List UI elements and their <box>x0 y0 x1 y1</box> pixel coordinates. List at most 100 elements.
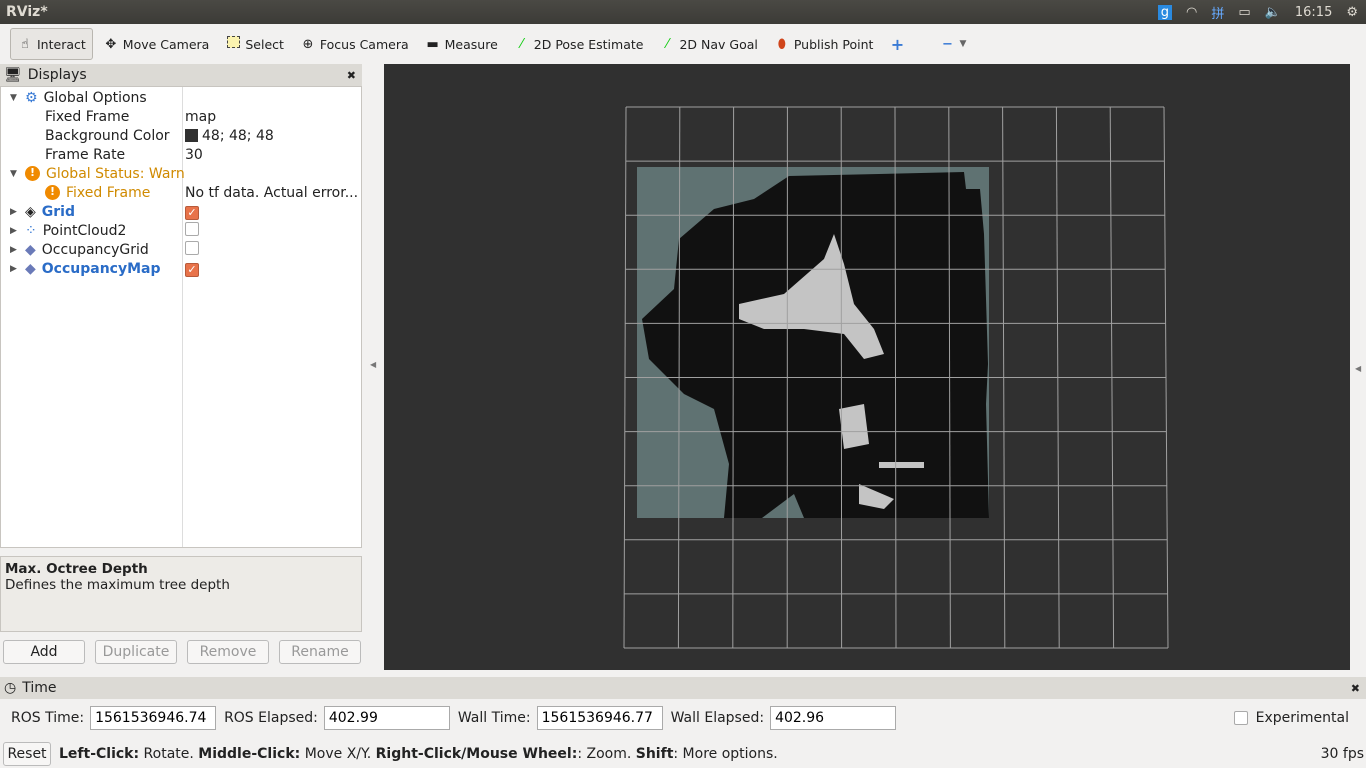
property-description: Max. Octree Depth Defines the maximum tr… <box>0 556 362 632</box>
enable-checkbox[interactable] <box>185 240 199 255</box>
tool-interact[interactable]: ☝ Interact <box>10 28 93 60</box>
remove-tool-button[interactable]: − ▼ <box>933 28 972 60</box>
enable-checkbox[interactable]: ✓ <box>185 262 199 277</box>
label: OccupancyMap <box>41 260 161 277</box>
tool-2d-nav-goal[interactable]: ⁄ 2D Nav Goal <box>653 28 763 60</box>
tool-select[interactable]: Select <box>219 28 290 60</box>
add-button[interactable]: Add <box>3 640 85 664</box>
tool-label: Interact <box>37 36 86 52</box>
reset-button[interactable]: Reset <box>3 741 51 766</box>
map-free-area <box>879 462 924 468</box>
wifi-icon[interactable]: ◠ <box>1186 5 1197 20</box>
description-title: Max. Octree Depth <box>5 561 148 577</box>
ros-elapsed-field[interactable] <box>323 706 450 730</box>
tree-background-color[interactable]: Background Color 48; 48; 48 <box>1 126 361 145</box>
rename-button[interactable]: Rename <box>279 640 361 664</box>
3d-viewport[interactable] <box>384 64 1350 670</box>
expand-icon[interactable]: ▶ <box>10 245 17 255</box>
label: ROS Time: <box>11 710 85 726</box>
fps-readout: 30 fps <box>1320 745 1364 762</box>
grid-icon: ◈ <box>25 203 36 220</box>
tree-occupancygrid[interactable]: ▶ ◆ OccupancyGrid <box>1 240 361 259</box>
duplicate-button[interactable]: Duplicate <box>95 640 177 664</box>
tool-focus-camera[interactable]: ⊕ Focus Camera <box>294 28 415 60</box>
splitter-handle[interactable]: ◀ <box>370 360 376 369</box>
add-tool-button[interactable]: + <box>883 28 911 60</box>
volume-icon[interactable]: 🔈 <box>1265 5 1281 20</box>
tree-pointcloud2[interactable]: ▶ ⁘ PointCloud2 <box>1 221 361 240</box>
toolbar: ☝ Interact ✥ Move Camera Select ⊕ Focus Cam… <box>0 24 1366 64</box>
enable-checkbox[interactable]: ✓ <box>185 205 199 220</box>
right-dock-handle[interactable]: ◀ <box>1352 64 1366 670</box>
label: Grid <box>41 203 75 220</box>
expand-icon[interactable]: ▼ <box>10 93 17 103</box>
minus-icon: − <box>941 36 953 52</box>
window-title: RViz* <box>6 4 48 20</box>
keyboard-icon[interactable]: 拼 <box>1211 3 1224 22</box>
expand-icon[interactable]: ▶ <box>10 207 17 217</box>
tree-global-status[interactable]: ▼! Global Status: Warn <box>1 164 361 183</box>
label: Global Status: Warn <box>46 165 185 182</box>
input-method-icon[interactable]: g <box>1157 4 1173 20</box>
wall-time-field[interactable] <box>536 706 663 730</box>
clock[interactable]: 16:15 <box>1295 5 1332 20</box>
label: Background Color <box>45 127 170 144</box>
tree-occupancymap[interactable]: ▶ ◆ OccupancyMap ✓ <box>1 259 361 278</box>
render-scene[interactable] <box>384 64 1350 670</box>
tool-publish-point[interactable]: ⬮ Publish Point <box>768 28 880 60</box>
tool-label: Select <box>245 36 284 52</box>
occupancy-map <box>637 167 989 518</box>
tool-label: Focus Camera <box>319 36 409 52</box>
move-camera-icon: ✥ <box>105 36 117 52</box>
panel-title: Time <box>22 680 57 696</box>
color-swatch[interactable] <box>185 129 198 142</box>
expand-icon[interactable]: ▶ <box>10 226 17 236</box>
help-text: Left-Click: Rotate. Middle-Click: Move X… <box>59 745 778 762</box>
tree-status-fixed-frame[interactable]: ! Fixed Frame No tf data. Actual error... <box>1 183 361 202</box>
ros-time-field[interactable] <box>90 706 217 730</box>
tool-label: 2D Nav Goal <box>679 36 758 52</box>
warning-icon: ! <box>45 185 60 200</box>
enable-checkbox[interactable] <box>185 221 199 236</box>
tool-move-camera[interactable]: ✥ Move Camera <box>97 28 216 60</box>
monitor-icon: 🖥 <box>4 67 22 83</box>
battery-icon[interactable]: ▭ <box>1238 5 1250 20</box>
label: Fixed Frame <box>45 108 130 125</box>
status-bar: Reset Left-Click: Rotate. Middle-Click: … <box>0 741 1366 766</box>
label: Wall Elapsed: <box>670 710 765 726</box>
title-bar: RViz* g ◠ 拼 ▭ 🔈 16:15 ⚙ <box>0 0 1366 24</box>
green-arrow-icon: ⁄ <box>520 36 523 52</box>
frame-rate-value[interactable]: 30 <box>185 147 203 163</box>
wall-elapsed-field[interactable] <box>770 706 897 730</box>
diamond-icon: ◆ <box>25 241 36 258</box>
tree-global-options[interactable]: ▼ ⚙ Global Options <box>1 88 361 107</box>
tool-measure[interactable]: ▬ Measure <box>419 28 504 60</box>
time-panel: ROS Time: ROS Elapsed: Wall Time: Wall E… <box>0 705 1366 731</box>
pointcloud-icon: ⁘ <box>25 222 37 239</box>
close-icon[interactable]: ✖ <box>1351 682 1360 695</box>
fixed-frame-value[interactable]: map <box>185 109 216 125</box>
label: Frame Rate <box>45 146 126 163</box>
plus-icon: + <box>890 34 905 54</box>
label: PointCloud2 <box>42 222 127 239</box>
label: ROS Elapsed: <box>224 710 318 726</box>
tree-grid[interactable]: ▶ ◈ Grid ✓ <box>1 202 361 221</box>
tree-frame-rate[interactable]: Frame Rate 30 <box>1 145 361 164</box>
bg-value[interactable]: 48; 48; 48 <box>202 128 274 144</box>
status-message: No tf data. Actual error... <box>185 184 359 201</box>
expand-icon[interactable]: ▼ <box>10 169 17 179</box>
close-icon[interactable]: ✖ <box>347 69 356 82</box>
time-panel-header: ◷ Time ✖ <box>0 677 1366 699</box>
experimental-checkbox[interactable] <box>1233 711 1248 725</box>
hand-icon: ☝ <box>21 36 29 52</box>
expand-icon[interactable]: ▶ <box>10 264 17 274</box>
map-free-area <box>839 404 869 449</box>
tool-label: Move Camera <box>122 36 210 52</box>
settings-gear-icon[interactable]: ⚙ <box>1346 5 1358 20</box>
remove-button[interactable]: Remove <box>187 640 269 664</box>
experimental-label: Experimental <box>1255 710 1349 726</box>
tool-2d-pose-estimate[interactable]: ⁄ 2D Pose Estimate <box>508 28 650 60</box>
focus-camera-icon: ⊕ <box>302 36 314 52</box>
tree-fixed-frame[interactable]: Fixed Frame map <box>1 107 361 126</box>
green-arrow-icon: ⁄ <box>666 36 669 52</box>
